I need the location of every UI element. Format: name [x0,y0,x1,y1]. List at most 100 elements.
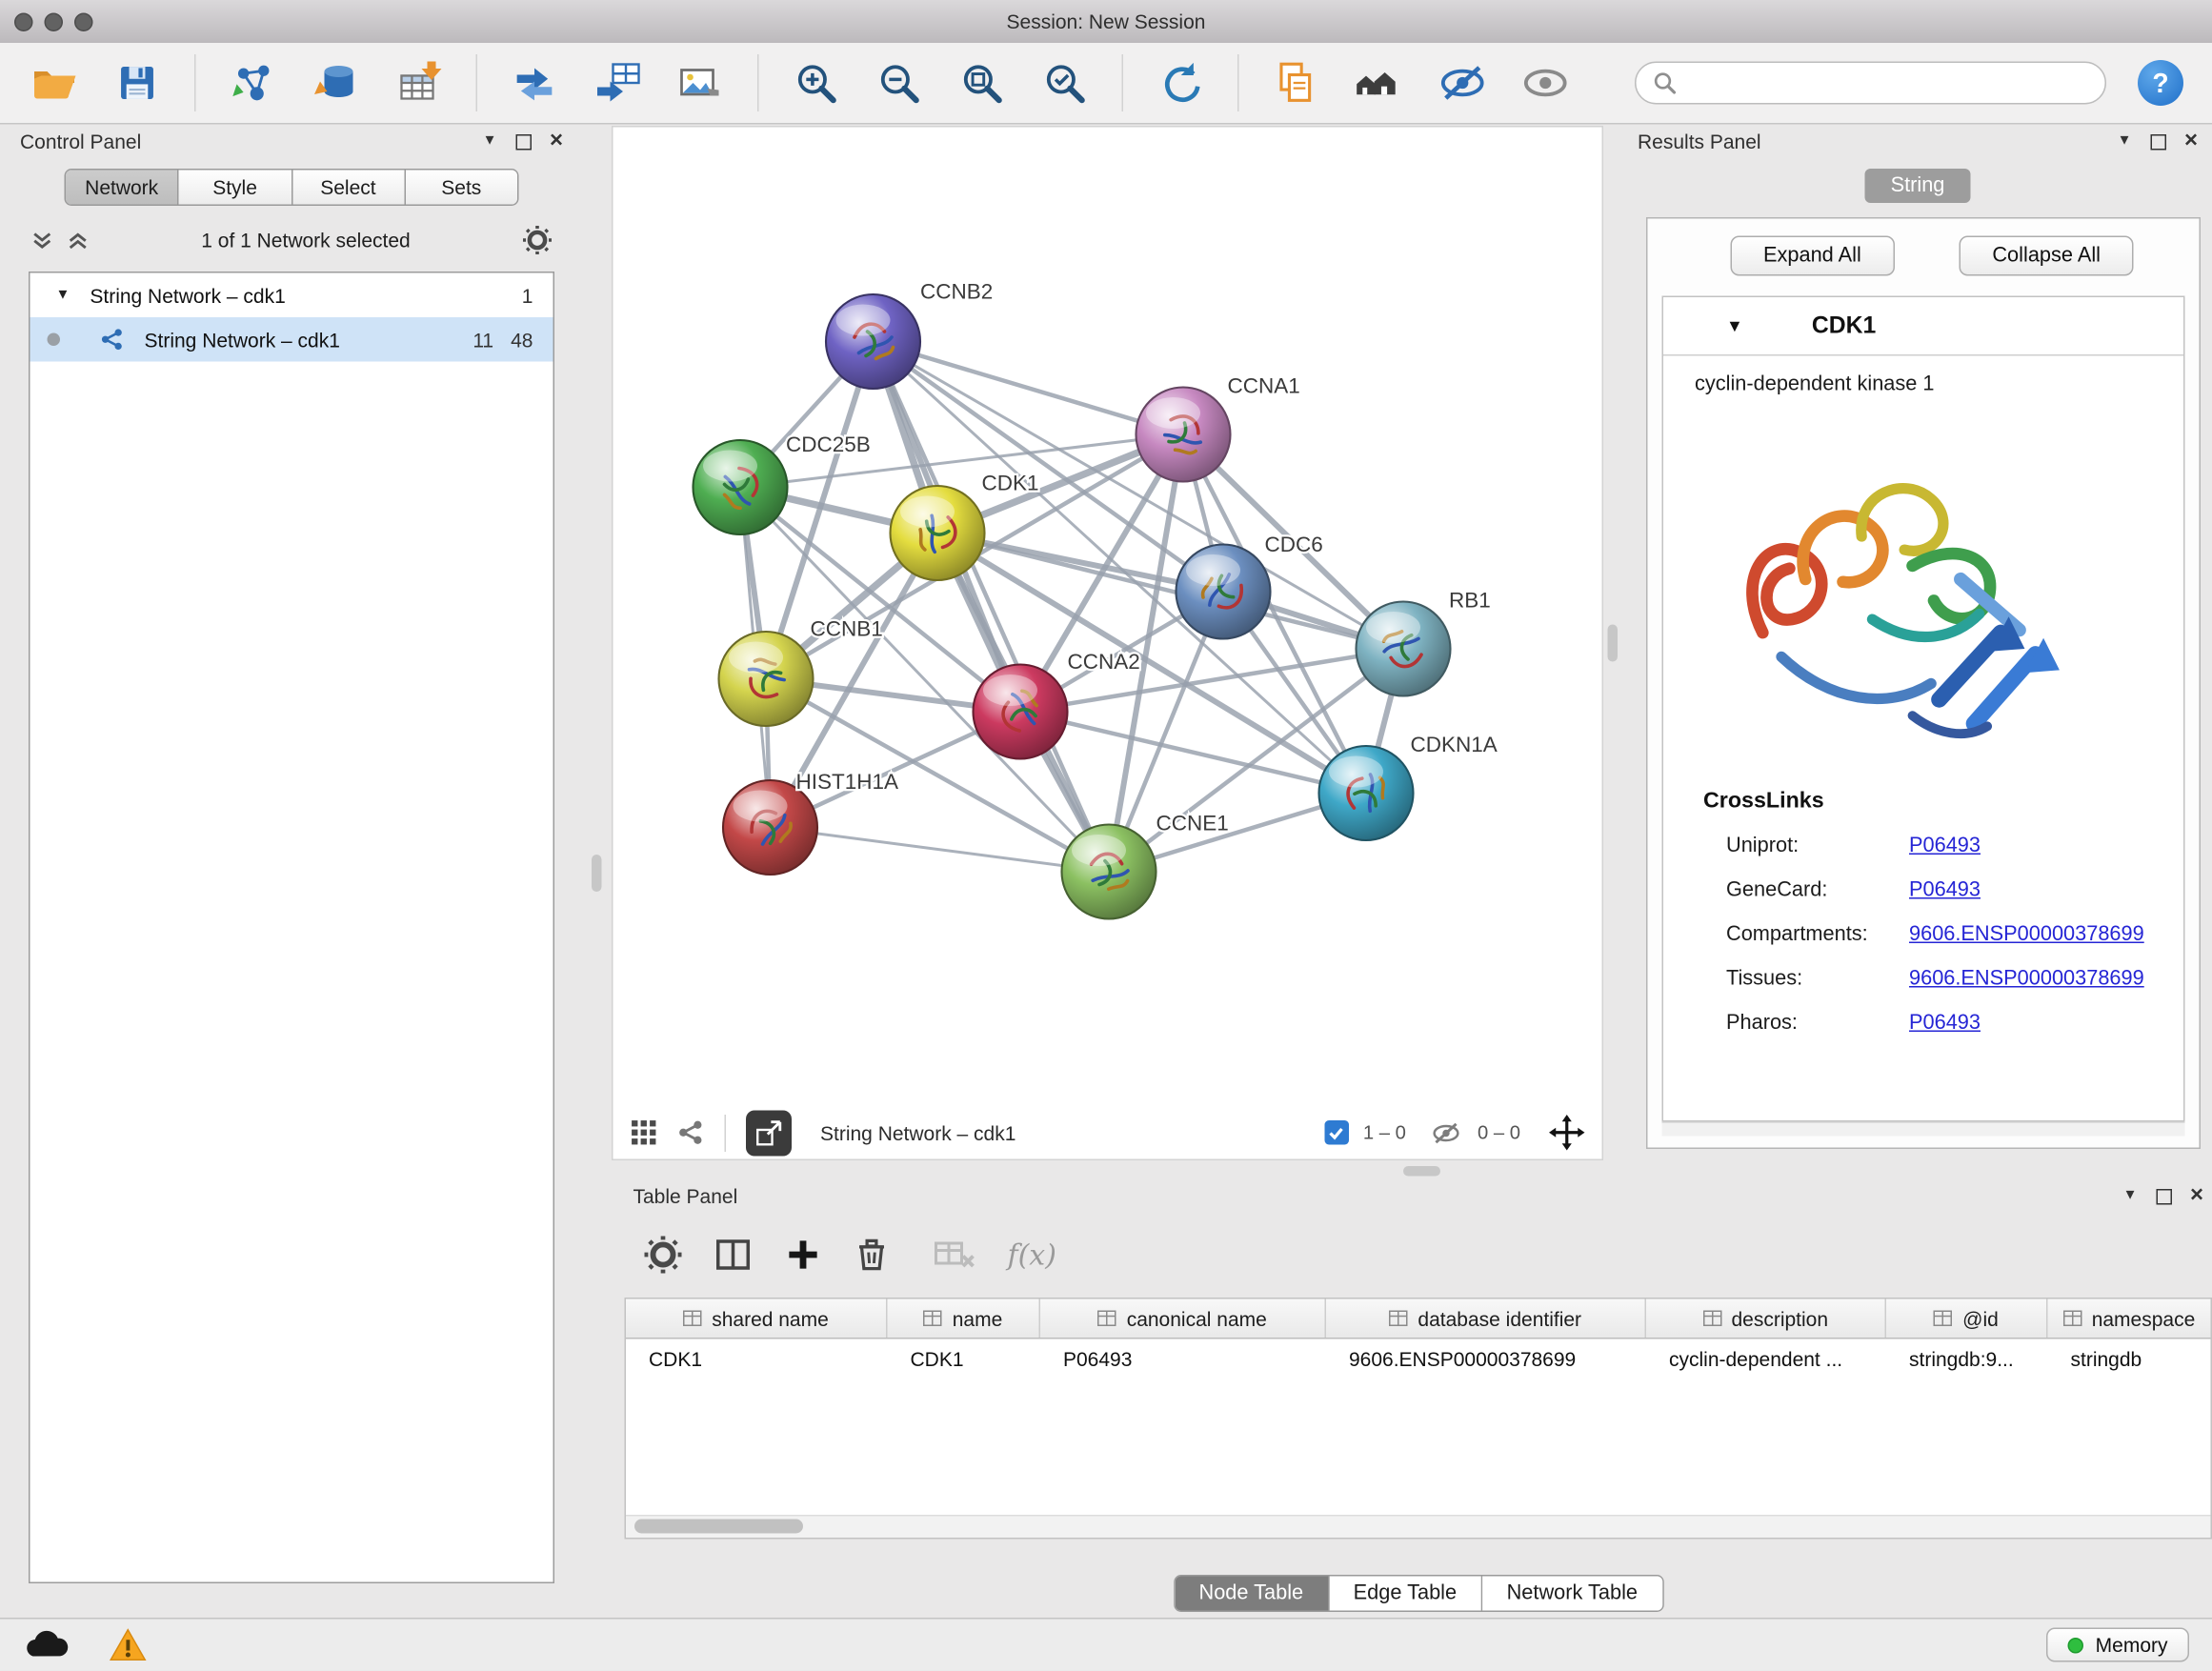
results-scrollbar[interactable] [1662,1122,2185,1137]
network-node-ccna1[interactable] [1136,388,1231,482]
zoom-out-button[interactable] [874,57,925,109]
network-edge[interactable] [937,534,1403,650]
help-button[interactable]: ? [2138,60,2183,106]
network-view-mode-icon[interactable] [677,1119,705,1147]
close-panel-button[interactable]: × [550,131,563,153]
grid-view-icon[interactable] [631,1119,658,1147]
tab-network-table[interactable]: Network Table [1482,1577,1661,1611]
crosslink-uniprot-link[interactable]: P06493 [1909,834,1981,856]
collapse-all-icon[interactable] [31,230,53,252]
table-row[interactable]: CDK1 CDK1 P06493 9606.ENSP00000378699 cy… [626,1339,2211,1379]
network-node-cdkn1a[interactable] [1319,746,1414,840]
tab-network[interactable]: Network [66,171,179,205]
table-close-panel-button[interactable]: × [2190,1185,2203,1208]
right-splitter-handle[interactable] [1608,625,1619,662]
expand-all-button[interactable]: Expand All [1731,236,1895,276]
tree-expand-caret-icon[interactable]: ▼ [56,288,70,304]
column-header-namespace[interactable]: namespace [2048,1299,2211,1339]
zoom-in-button[interactable] [791,57,842,109]
crosslink-pharos-link[interactable]: P06493 [1909,1011,1981,1034]
show-columns-icon[interactable] [714,1235,754,1275]
birds-eye-view-button[interactable] [1354,57,1405,109]
network-node-cdc6[interactable] [1176,545,1271,639]
column-header-description[interactable]: description [1646,1299,1886,1339]
left-splitter-handle[interactable] [592,855,602,892]
tab-edge-table[interactable]: Edge Table [1329,1577,1482,1611]
float-panel-button[interactable] [515,133,532,150]
search-box[interactable] [1635,62,2106,105]
results-float-panel-button[interactable] [2150,133,2166,150]
network-node-rb1[interactable] [1357,602,1451,696]
results-panel-menu-button[interactable]: ▼ [2118,134,2132,149]
section-collapse-caret-icon[interactable]: ▼ [1726,316,1743,336]
network-edge[interactable] [771,828,1110,873]
zoom-fit-button[interactable] [956,57,1008,109]
tab-sets[interactable]: Sets [406,171,517,205]
delete-column-icon[interactable] [854,1237,891,1274]
apply-layout-button[interactable] [1155,57,1206,109]
cell-database-identifier[interactable]: 9606.ENSP00000378699 [1326,1339,1646,1379]
network-node-ccnb1[interactable] [719,632,814,726]
save-session-button[interactable] [111,57,163,109]
protein-section-header[interactable]: ▼ CDK1 [1663,297,2183,356]
table-options-gear-icon[interactable] [645,1237,682,1274]
selected-checkbox-icon[interactable] [1324,1120,1349,1145]
cell-canonical-name[interactable]: P06493 [1040,1339,1326,1379]
network-node-cdc25b[interactable] [694,440,788,534]
network-collection-row[interactable]: ▼ String Network – cdk1 1 [30,273,553,318]
add-column-icon[interactable] [785,1237,822,1274]
network-node-ccnb2[interactable] [826,294,920,389]
cell-namespace[interactable]: stringdb [2048,1339,2211,1379]
tab-string-results[interactable]: String [1865,169,1971,203]
network-canvas[interactable]: CCNB2CCNA1CDC25BCDK1CDC6RB1CCNB1CCNA2CDK… [613,128,1602,1107]
tab-node-table[interactable]: Node Table [1175,1577,1329,1611]
bottom-splitter-handle[interactable] [1403,1166,1440,1177]
new-network-button[interactable] [509,57,560,109]
results-close-panel-button[interactable]: × [2184,131,2198,153]
network-edge[interactable] [1020,712,1366,794]
import-table-from-file-button[interactable] [393,57,445,109]
table-float-panel-button[interactable] [2156,1188,2172,1204]
cloud-icon[interactable] [23,1628,71,1662]
search-input[interactable] [1688,70,2088,96]
open-session-button[interactable] [29,57,80,109]
hide-selected-button[interactable] [1437,57,1488,109]
expand-all-icon[interactable] [68,230,90,252]
cell-id[interactable]: stringdb:9... [1886,1339,2048,1379]
network-node-cdk1[interactable] [891,486,985,580]
column-header-id[interactable]: @id [1886,1299,2048,1339]
column-header-canonical-name[interactable]: canonical name [1040,1299,1326,1339]
collapse-all-button[interactable]: Collapse All [1960,236,2134,276]
detach-view-button[interactable] [746,1110,792,1156]
network-node-hist1h1a[interactable] [723,780,817,875]
show-all-button[interactable] [1519,57,1571,109]
new-network-from-table-button[interactable] [592,57,643,109]
panel-menu-button[interactable]: ▼ [483,134,497,149]
crosslink-compartments-link[interactable]: 9606.ENSP00000378699 [1909,922,2144,945]
column-header-database-identifier[interactable]: database identifier [1326,1299,1646,1339]
crosslink-genecard-link[interactable]: P06493 [1909,878,1981,901]
export-image-button[interactable] [674,57,726,109]
network-node-ccne1[interactable] [1062,825,1156,919]
import-network-from-database-button[interactable] [311,57,362,109]
tab-style[interactable]: Style [179,171,292,205]
network-edge[interactable] [874,342,1184,435]
import-network-from-file-button[interactable] [228,57,279,109]
crosslink-tissues-link[interactable]: 9606.ENSP00000378699 [1909,967,2144,990]
copy-document-button[interactable] [1271,57,1322,109]
cell-name[interactable]: CDK1 [888,1339,1041,1379]
table-horizontal-scrollbar[interactable] [626,1515,2211,1538]
table-panel-menu-button[interactable]: ▼ [2123,1189,2138,1203]
tab-select[interactable]: Select [292,171,406,205]
network-edge[interactable] [874,342,1110,873]
column-header-name[interactable]: name [888,1299,1041,1339]
network-node-ccna2[interactable] [974,665,1068,759]
zoom-selected-button[interactable] [1039,57,1091,109]
scrollbar-thumb[interactable] [634,1520,803,1534]
cell-shared-name[interactable]: CDK1 [626,1339,888,1379]
cell-description[interactable]: cyclin-dependent ... [1646,1339,1886,1379]
memory-button[interactable]: Memory [2047,1628,2189,1662]
pan-move-icon[interactable] [1549,1115,1585,1151]
column-header-shared-name[interactable]: shared name [626,1299,888,1339]
warning-icon[interactable] [109,1628,148,1662]
